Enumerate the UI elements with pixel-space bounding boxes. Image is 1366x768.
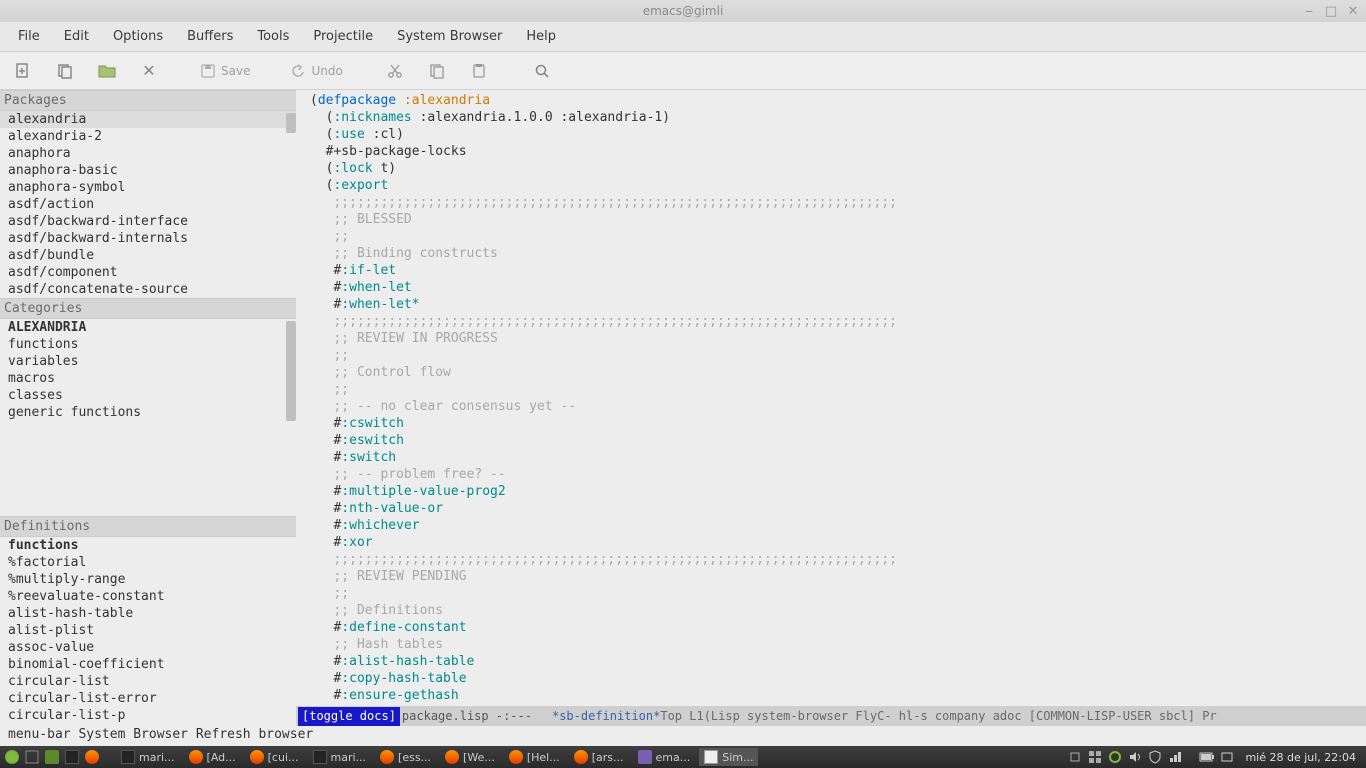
- paste-icon[interactable]: [468, 60, 490, 82]
- definition-item[interactable]: %reevaluate-constant: [0, 588, 296, 605]
- definition-item[interactable]: binomial-coefficient: [0, 656, 296, 673]
- taskbar-item[interactable]: [cui...: [245, 748, 304, 766]
- taskbar-item[interactable]: mari...: [116, 748, 180, 766]
- scrollbar[interactable]: [286, 321, 296, 421]
- tray-icon[interactable]: [1087, 749, 1103, 765]
- start-menu-icon[interactable]: [4, 749, 20, 765]
- menubar: File Edit Options Buffers Tools Projecti…: [0, 22, 1366, 52]
- modeline-position: Top L1: [660, 708, 703, 725]
- package-item[interactable]: anaphora: [0, 145, 296, 162]
- category-item[interactable]: variables: [0, 353, 296, 370]
- files-icon[interactable]: [44, 749, 60, 765]
- package-item[interactable]: anaphora-basic: [0, 162, 296, 179]
- search-icon[interactable]: [531, 60, 553, 82]
- category-item[interactable]: classes: [0, 387, 296, 404]
- menu-options[interactable]: Options: [103, 25, 173, 48]
- package-item[interactable]: asdf/component: [0, 264, 296, 281]
- firefox-icon[interactable]: [84, 749, 100, 765]
- menu-help[interactable]: Help: [516, 25, 566, 48]
- definitions-header: Definitions: [0, 516, 296, 537]
- menu-file[interactable]: File: [8, 25, 50, 48]
- volume-icon[interactable]: [1127, 749, 1143, 765]
- scrollbar[interactable]: [286, 113, 296, 133]
- tray-icon[interactable]: [1067, 749, 1083, 765]
- menu-edit[interactable]: Edit: [54, 25, 99, 48]
- minibuffer[interactable]: menu-bar System Browser Refresh browser: [0, 726, 1366, 746]
- menu-projectile[interactable]: Projectile: [303, 25, 383, 48]
- packages-header: Packages: [0, 90, 296, 111]
- modeline: [toggle docs] package.lisp -:--- *sb-def…: [296, 706, 1366, 726]
- battery-icon[interactable]: [1199, 749, 1215, 765]
- copy-clipboard-icon[interactable]: [426, 60, 448, 82]
- modeline-modes: (Lisp system-browser FlyC- hl-s company …: [704, 708, 1217, 725]
- toggle-docs-button[interactable]: [toggle docs]: [298, 707, 400, 726]
- tray-icon[interactable]: [1219, 749, 1235, 765]
- taskbar-item[interactable]: [Ad...: [184, 748, 241, 766]
- network-icon[interactable]: [1167, 749, 1183, 765]
- package-item[interactable]: anaphora-symbol: [0, 179, 296, 196]
- updates-icon[interactable]: [1107, 749, 1123, 765]
- taskbar-item[interactable]: [Hel...: [504, 748, 565, 766]
- maximize-icon[interactable]: □: [1324, 4, 1338, 18]
- taskbar-item[interactable]: [ars...: [569, 748, 629, 766]
- definition-item[interactable]: %factorial: [0, 554, 296, 571]
- window-titlebar: emacs@gimli ‒ □ ✕: [0, 0, 1366, 22]
- package-item[interactable]: alexandria: [0, 111, 296, 128]
- package-item[interactable]: asdf/backward-internals: [0, 230, 296, 247]
- package-item[interactable]: asdf/bundle: [0, 247, 296, 264]
- definition-item[interactable]: assoc-value: [0, 639, 296, 656]
- package-item[interactable]: asdf/concatenate-source: [0, 281, 296, 298]
- definition-item[interactable]: functions: [0, 537, 296, 554]
- taskbar-item[interactable]: mari...: [308, 748, 372, 766]
- definition-item[interactable]: circular-list: [0, 673, 296, 690]
- definition-item[interactable]: alist-plist: [0, 622, 296, 639]
- definition-item[interactable]: alist-hash-table: [0, 605, 296, 622]
- clock[interactable]: mié 28 de jul, 22:04: [1239, 751, 1362, 764]
- show-desktop-icon[interactable]: [24, 749, 40, 765]
- close-file-icon[interactable]: ✕: [138, 60, 160, 82]
- taskbar-item[interactable]: [We...: [440, 748, 500, 766]
- toolbar: ✕ Save Undo: [0, 52, 1366, 90]
- modeline-file: package.lisp -:---: [402, 708, 532, 725]
- taskbar: mari... [Ad... [cui... mari... [ess... […: [0, 746, 1366, 768]
- category-item[interactable]: generic functions: [0, 404, 296, 421]
- window-title: emacs@gimli: [643, 4, 724, 18]
- taskbar-item[interactable]: ema...: [633, 748, 696, 766]
- categories-header: Categories: [0, 298, 296, 319]
- sidebar: Packages alexandria alexandria-2 anaphor…: [0, 90, 296, 726]
- definition-item[interactable]: circular-list-error: [0, 690, 296, 707]
- package-item[interactable]: asdf/action: [0, 196, 296, 213]
- folder-icon[interactable]: [96, 60, 118, 82]
- terminal-icon[interactable]: [64, 749, 80, 765]
- minimize-icon[interactable]: ‒: [1302, 4, 1316, 18]
- close-icon[interactable]: ✕: [1346, 4, 1360, 18]
- code-editor[interactable]: (defpackage :alexandria (:nicknames :ale…: [296, 90, 1366, 726]
- definition-item[interactable]: %multiply-range: [0, 571, 296, 588]
- shield-icon[interactable]: [1147, 749, 1163, 765]
- menu-buffers[interactable]: Buffers: [177, 25, 243, 48]
- package-item[interactable]: asdf/backward-interface: [0, 213, 296, 230]
- undo-button[interactable]: Undo: [291, 64, 342, 78]
- menu-system-browser[interactable]: System Browser: [387, 25, 512, 48]
- category-item[interactable]: ALEXANDRIA: [0, 319, 296, 336]
- copy-icon[interactable]: [54, 60, 76, 82]
- category-item[interactable]: macros: [0, 370, 296, 387]
- category-item[interactable]: functions: [0, 336, 296, 353]
- definition-item[interactable]: circular-list-p: [0, 707, 296, 724]
- code-content: (defpackage :alexandria (:nicknames :ale…: [296, 90, 1366, 706]
- modeline-buffer: *sb-definition*: [552, 708, 660, 725]
- save-button[interactable]: Save: [201, 64, 250, 78]
- new-file-icon[interactable]: [12, 60, 34, 82]
- cut-icon[interactable]: [384, 60, 406, 82]
- package-item[interactable]: alexandria-2: [0, 128, 296, 145]
- menu-tools[interactable]: Tools: [247, 25, 299, 48]
- taskbar-item[interactable]: Sim...: [699, 748, 758, 766]
- taskbar-item[interactable]: [ess...: [375, 748, 436, 766]
